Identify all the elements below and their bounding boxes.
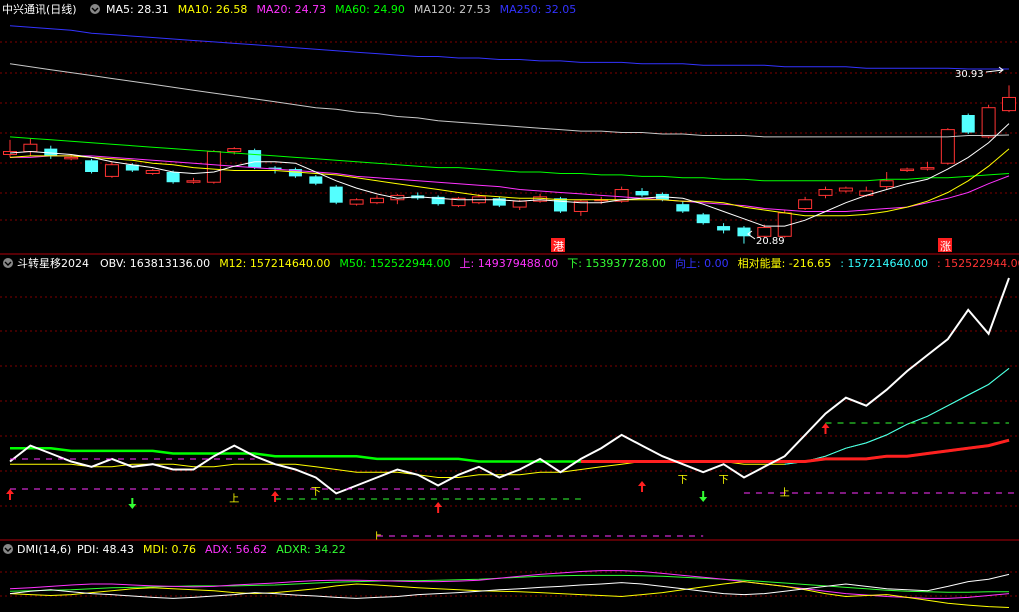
candle [1002,85,1016,113]
obv-label-8: : 152522944.00 [937,257,1019,270]
obv-label-2: M50: 152522944.00 [339,257,450,270]
down-mark: 下 [678,475,688,486]
ma60-line [9,136,1010,182]
panel3-icon[interactable] [3,544,13,554]
obv-label-5: 向上: 0.00 [675,256,729,270]
collapse-toggle-icon[interactable] [90,4,100,14]
dmi-title[interactable]: DMI(14,6) [17,543,71,556]
high-price-label: 30.93 [955,69,984,80]
obv-indicator-lines [9,277,1019,537]
marker-right: 涨 [940,240,951,253]
candle [696,212,710,225]
candle [676,201,690,213]
panel1-header: 中兴通讯(日线) MA5: 28.31 MA10: 26.58 MA20: 24.7… [2,2,576,16]
signal-markers: 上下上下 下上 [6,423,830,543]
candle [349,198,364,206]
candle [451,196,466,208]
ma10-line [9,148,1010,217]
high-arrow-icon [985,66,1004,74]
candle [777,210,792,238]
candle [329,185,343,205]
candle [3,139,17,158]
m12-cyan-segment [784,368,1010,465]
dmi-label-2: ADX: 56.62 [205,543,267,556]
obv-label-0: OBV: 163813136.00 [100,257,210,270]
candle [961,113,975,134]
ma120-line [9,63,1010,138]
candle [186,177,201,184]
indicator-title[interactable]: 斗转星移2024 [17,256,89,270]
candle [85,158,99,174]
candle [248,148,262,170]
ma-label-3: MA60: 24.90 [335,3,405,16]
ma20-line [10,155,1010,212]
candle [369,195,384,205]
panel2-header: 斗转星移2024 OBV: 163813136.00 M12: 157214640… [3,256,1019,270]
ma250-line [9,25,1009,70]
candle [798,196,813,210]
dmi-label-0: PDI: 48.43 [77,543,134,556]
up-mark: 上 [780,487,790,499]
sell-arrow-icon [699,491,708,502]
obv-label-3: 上: 149379488.00 [460,257,559,270]
panel2-icon[interactable] [3,258,13,268]
down-mark: 下 [719,475,729,486]
buy-arrow-icon [271,491,280,502]
candle [492,196,506,208]
candle [206,150,221,184]
candle [411,192,425,200]
up-mark: 上 [372,531,382,543]
adx-line [9,570,1010,599]
candle [23,138,38,156]
candle [838,186,853,193]
obv-label-7: : 157214640.00 [840,257,928,270]
low-price-label: 20.89 [756,236,785,247]
panel3-header: DMI(14,6) PDI: 48.43 MDI: 0.76 ADX: 56.62 A… [3,543,346,556]
candle [818,186,833,199]
candle [635,188,649,197]
candle [309,174,323,186]
ma-label-1: MA10: 26.58 [178,3,248,16]
grid-lines [0,41,1019,597]
candle [390,193,405,205]
candle [717,223,731,234]
candle [104,161,119,178]
ma-label-0: MA5: 28.31 [106,3,169,16]
dmi-indicator-lines [9,570,1010,608]
buy-arrow-icon [434,502,443,513]
obv-label-4: 下: 153937728.00 [567,257,666,270]
ma-label-2: MA20: 24.73 [256,3,326,16]
down-mark: 下 [311,487,321,498]
buy-arrow-icon [821,423,830,434]
candle [145,169,160,175]
dmi-label-3: ADXR: 34.22 [276,543,346,556]
marker-left: 港 [553,240,564,253]
candle [879,172,894,190]
obv-label-1: M12: 157214640.00 [219,257,330,270]
candle [900,167,915,172]
ma-label-4: MA120: 27.53 [414,3,491,16]
candle [981,104,996,139]
buy-arrow-icon [6,489,14,500]
moving-average-lines [9,25,1010,227]
up-mark: 上 [229,493,239,505]
obv-label-6: 相对能量: -216.65 [738,256,832,270]
candle [940,128,955,165]
ma-label-5: MA250: 32.05 [500,3,577,16]
stock-chart[interactable]: 上下上下 下上 中兴通讯(日线) MA5: 28.31 MA10: 26.58 MA2… [0,0,1019,612]
buy-arrow-icon [638,481,647,492]
sell-arrow-icon [128,498,137,509]
candle [431,195,445,206]
stock-title[interactable]: 中兴通讯(日线) [2,2,77,16]
dmi-label-1: MDI: 0.76 [143,543,196,556]
m50-red-segment [580,438,1010,463]
